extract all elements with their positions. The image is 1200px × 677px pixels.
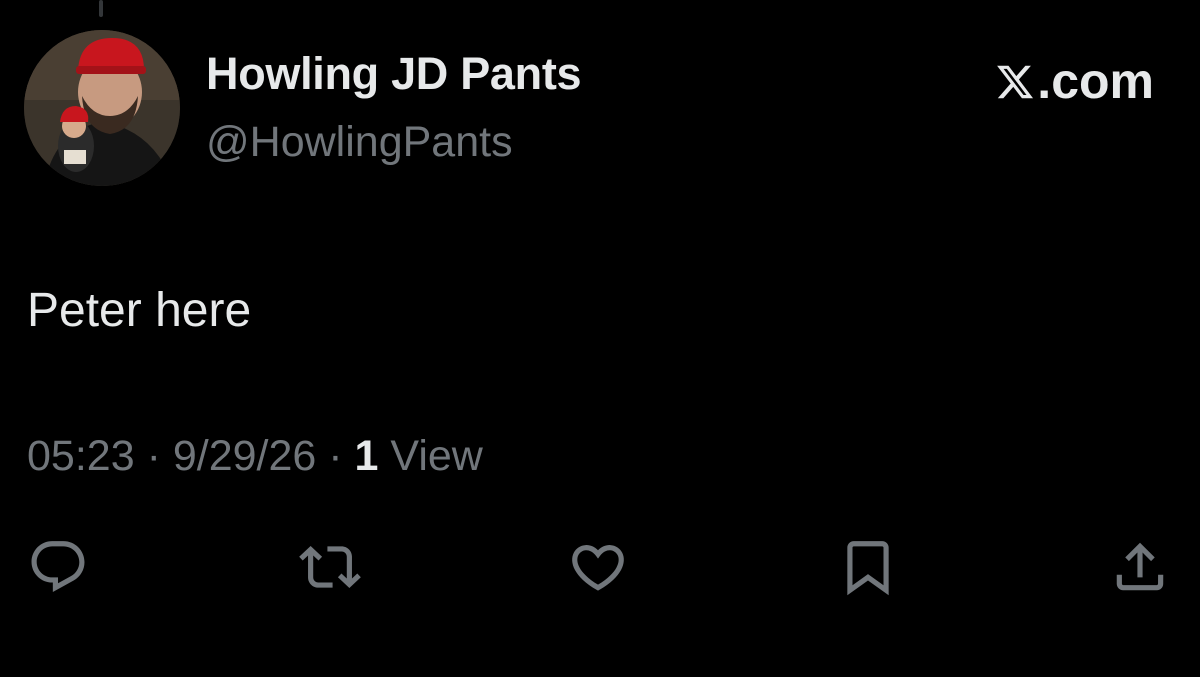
tweet-meta: 05:23 · 9/29/26 · 1 View [27,432,483,481]
reply-icon [31,541,85,593]
reply-button[interactable] [25,534,91,600]
tweet-date[interactable]: 9/29/26 [173,432,316,480]
thread-connector-line [99,0,103,17]
repost-icon [299,546,361,588]
bookmark-icon [847,541,889,596]
heart-icon [572,545,624,591]
avatar-photo-icon [24,30,180,186]
meta-separator: · [146,432,161,480]
avatar[interactable] [24,30,180,186]
watermark-text: .com [1037,53,1154,109]
tweet-text: Peter here [27,284,252,337]
like-button[interactable] [565,534,631,600]
views-count: 1 [354,432,379,480]
x-logo-icon [997,65,1034,99]
author-display-name[interactable]: Howling JD Pants [206,48,582,100]
share-button[interactable] [1107,534,1173,600]
meta-separator: · [328,432,343,480]
share-icon [1116,542,1164,591]
x-com-watermark: .com [995,52,1154,110]
bookmark-button[interactable] [835,534,901,600]
views-label: View [390,432,483,480]
tweet-time[interactable]: 05:23 [27,432,135,480]
repost-button[interactable] [297,534,363,600]
author-handle[interactable]: @HowlingPants [206,118,513,167]
